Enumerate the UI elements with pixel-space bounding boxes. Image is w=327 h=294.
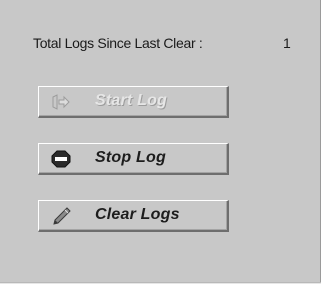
start-log-icon	[51, 93, 71, 111]
clear-logs-button[interactable]: Clear Logs	[38, 200, 229, 232]
clear-logs-label: Clear Logs	[95, 206, 180, 223]
stop-log-button[interactable]: Stop Log	[38, 143, 229, 175]
start-log-label: Start Log	[95, 92, 168, 109]
total-logs-readout: Total Logs Since Last Clear : 1	[33, 35, 291, 51]
log-control-panel: Total Logs Since Last Clear : 1 Start Lo…	[0, 0, 321, 282]
eraser-icon	[51, 207, 71, 225]
stop-sign-icon	[51, 150, 71, 168]
total-logs-label: Total Logs Since Last Clear :	[33, 35, 203, 51]
start-log-button[interactable]: Start Log	[38, 86, 229, 118]
panel-bottom-highlight	[0, 283, 321, 284]
stop-log-label: Stop Log	[95, 149, 166, 166]
total-logs-count: 1	[283, 35, 291, 51]
